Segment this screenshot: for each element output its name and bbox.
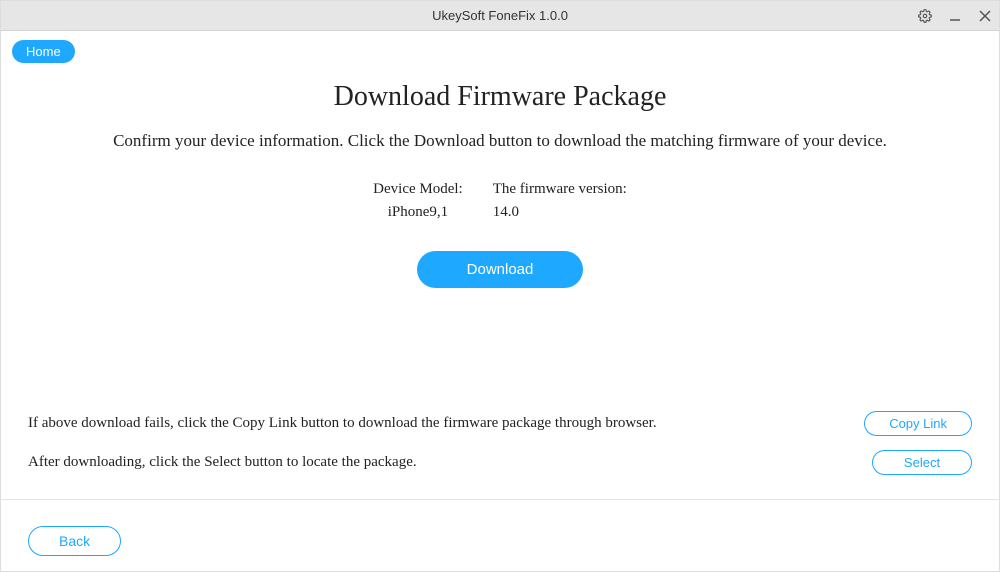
select-button[interactable]: Select — [872, 450, 972, 475]
titlebar-controls — [917, 1, 993, 31]
app-title: UkeySoft FoneFix 1.0.0 — [432, 8, 568, 23]
firmware-value: 14.0 — [493, 204, 627, 221]
help-text-2: After downloading, click the Select butt… — [28, 454, 417, 471]
device-info: Device Model: iPhone9,1 The firmware ver… — [1, 181, 999, 221]
firmware-col: The firmware version: 14.0 — [493, 181, 627, 221]
copy-link-button[interactable]: Copy Link — [864, 411, 972, 436]
help-text-1: If above download fails, click the Copy … — [28, 415, 657, 432]
page-subtitle: Confirm your device information. Click t… — [1, 131, 999, 151]
help-row-select: After downloading, click the Select butt… — [28, 450, 972, 475]
page-title: Download Firmware Package — [1, 81, 999, 113]
firmware-label: The firmware version: — [493, 181, 627, 198]
footer: Back — [0, 510, 149, 572]
titlebar: UkeySoft FoneFix 1.0.0 — [1, 1, 999, 31]
home-button[interactable]: Home — [12, 40, 75, 63]
main-content: Download Firmware Package Confirm your d… — [1, 31, 999, 288]
device-model-value: iPhone9,1 — [373, 204, 463, 221]
device-model-col: Device Model: iPhone9,1 — [373, 181, 463, 221]
gear-icon[interactable] — [917, 8, 933, 24]
back-button[interactable]: Back — [28, 526, 121, 556]
close-icon[interactable] — [977, 8, 993, 24]
help-row-copy-link: If above download fails, click the Copy … — [28, 411, 972, 436]
device-model-label: Device Model: — [373, 181, 463, 198]
help-section: If above download fails, click the Copy … — [0, 411, 1000, 500]
download-button[interactable]: Download — [417, 251, 584, 288]
minimize-icon[interactable] — [947, 8, 963, 24]
